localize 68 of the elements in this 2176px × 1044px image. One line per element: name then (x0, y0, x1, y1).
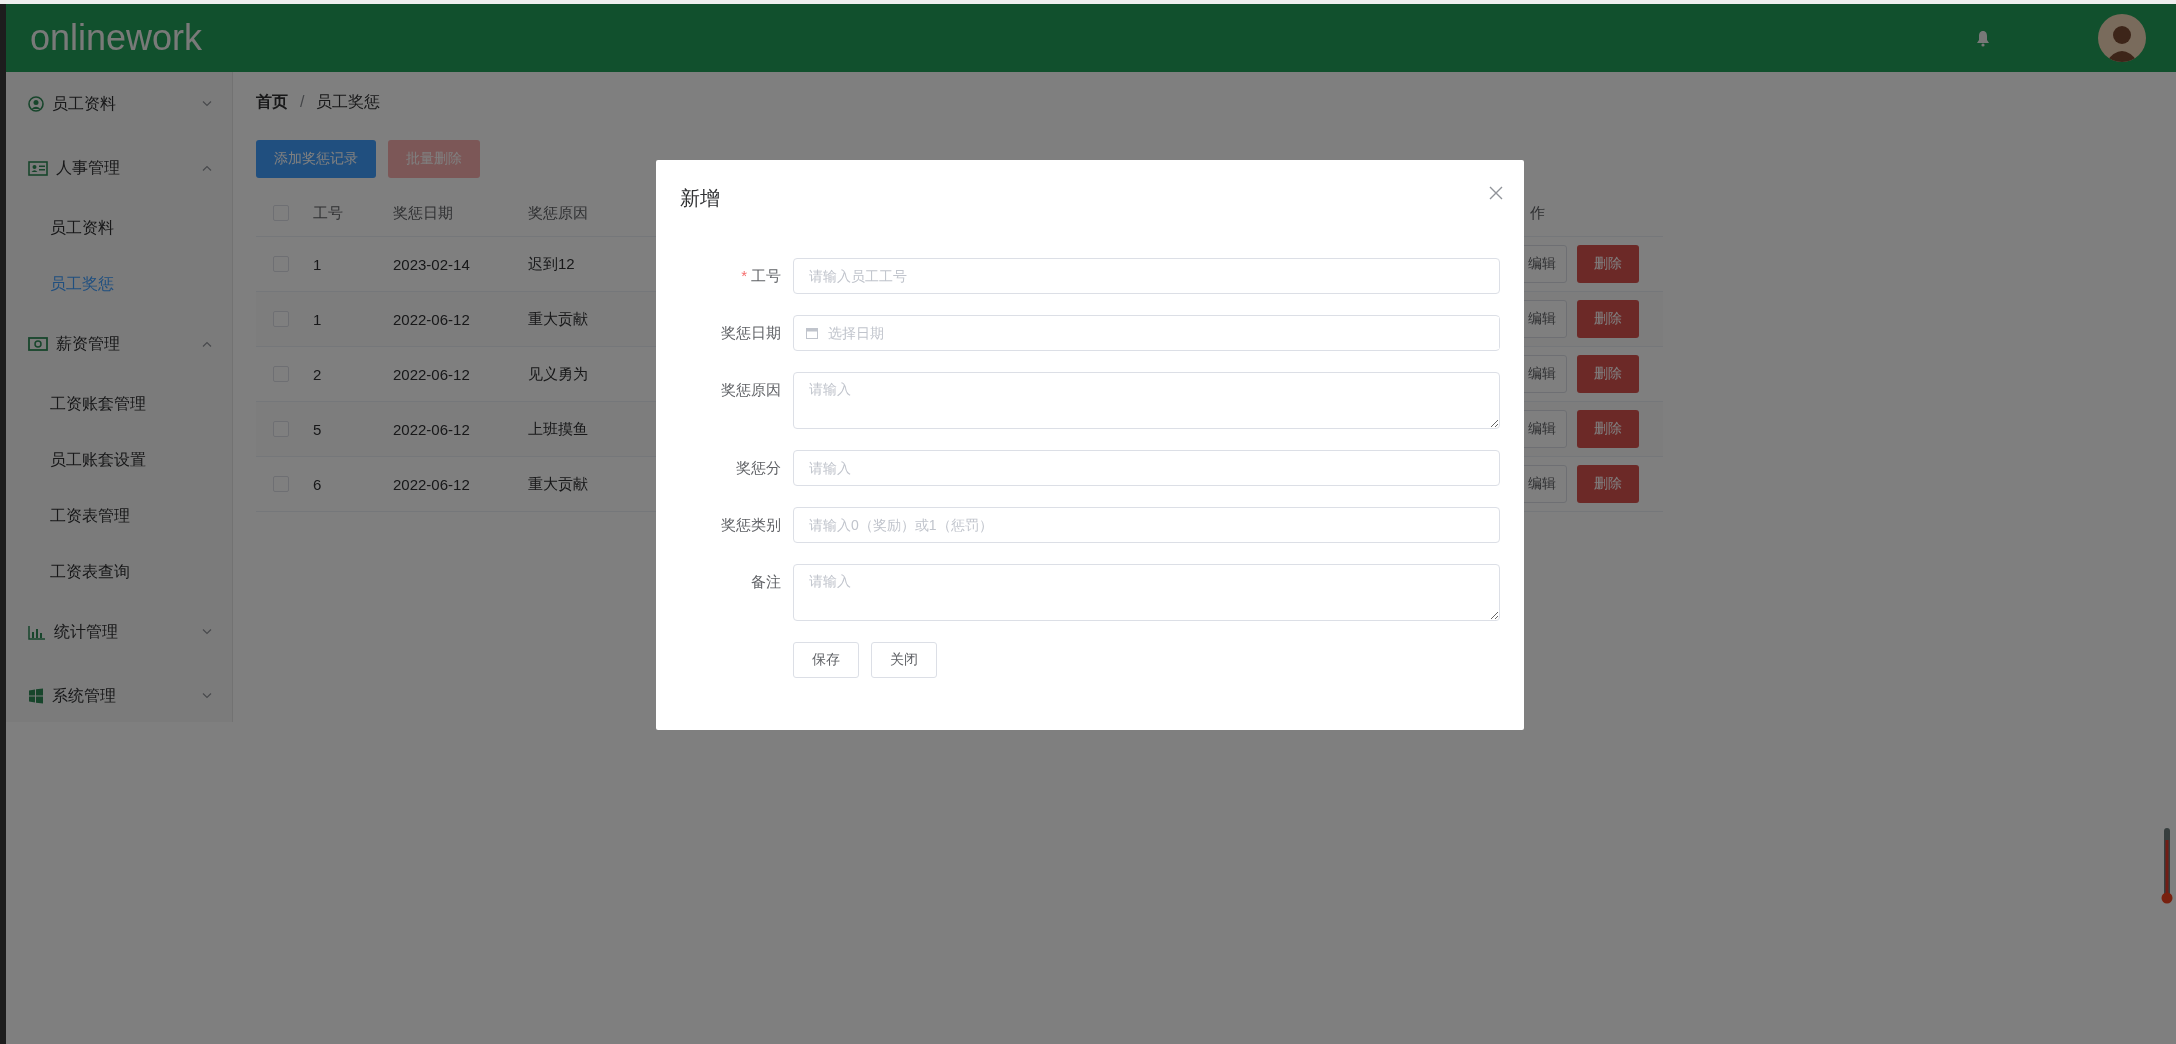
delete-button[interactable]: 删除 (1577, 300, 1639, 338)
column-header: 奖惩原因 (528, 203, 588, 221)
field-label: * 工号 (740, 266, 781, 286)
column-header: 作 (1530, 203, 1545, 221)
close-button[interactable]: 关闭 (871, 642, 937, 678)
chevron-down-icon (202, 101, 212, 107)
table-cell: 2022-06-12 (393, 365, 470, 383)
menu-item[interactable]: 工资账套管理 (6, 376, 232, 432)
input-field[interactable]: 请输入0（奖励）或1（惩罚） (793, 507, 1500, 543)
input-field[interactable]: 请输入 (793, 450, 1500, 486)
table-cell: 2022-06-12 (393, 310, 470, 328)
avatar[interactable] (2098, 14, 2146, 62)
table-cell: 6 (313, 475, 322, 493)
delete-button[interactable]: 删除 (1577, 465, 1639, 503)
menu-item[interactable]: 员工资料 (6, 200, 232, 256)
date-field[interactable]: 选择日期 (793, 315, 1500, 351)
user-circle-icon (28, 96, 44, 112)
column-header: 工号 (313, 203, 343, 221)
banknote-icon (28, 337, 48, 351)
field-label: 奖惩原因 (720, 380, 781, 400)
bar-chart-icon (28, 624, 46, 640)
calendar-icon (806, 327, 818, 339)
text-area[interactable]: 请输入 (793, 564, 1500, 621)
menu-group[interactable]: 统计管理 (6, 600, 232, 664)
breadcrumb-link[interactable]: 员工奖惩 (316, 91, 381, 113)
table-cell: 重大贡献 (528, 474, 588, 492)
delete-button[interactable]: 删除 (1577, 410, 1639, 448)
chevron-up-icon (202, 165, 212, 171)
table-cell: 重大贡献 (528, 309, 588, 327)
breadcrumb-link[interactable]: 首页 (256, 91, 288, 113)
chevron-up-icon (202, 341, 212, 347)
app-logo: onlinework (30, 17, 203, 59)
menu-group[interactable]: 薪资管理 (6, 312, 232, 376)
table-cell: 1 (313, 255, 322, 273)
field-label: 奖惩分 (735, 458, 781, 478)
table-cell: 2 (313, 365, 322, 383)
table-cell: 2023-02-14 (393, 255, 470, 273)
delete-button[interactable]: 删除 (1577, 245, 1639, 283)
add-button[interactable]: 添加奖惩记录 (256, 140, 376, 178)
breadcrumb-separator: / (300, 93, 305, 111)
chevron-down-icon (202, 693, 212, 699)
required-mark: * (741, 267, 747, 284)
field-label: 奖惩类别 (720, 515, 781, 535)
windows-icon (28, 688, 44, 704)
table-cell: 2022-06-12 (393, 420, 470, 438)
column-header: 奖惩日期 (393, 203, 453, 221)
input-field[interactable]: 请输入员工工号 (793, 258, 1500, 294)
table-cell: 1 (313, 310, 322, 328)
table-cell: 见义勇为 (528, 364, 588, 382)
id-card-icon (28, 160, 48, 176)
menu-group[interactable]: 员工资料 (6, 72, 232, 136)
menu-group[interactable]: 系统管理 (6, 664, 232, 728)
field-label: 备注 (750, 572, 781, 592)
menu-group[interactable]: 人事管理 (6, 136, 232, 200)
delete-button[interactable]: 删除 (1577, 355, 1639, 393)
field-label: 奖惩日期 (720, 323, 781, 343)
table-cell: 2022-06-12 (393, 475, 470, 493)
table-cell: 上班摸鱼 (528, 419, 588, 437)
menu-item[interactable]: 员工账套设置 (6, 432, 232, 488)
chevron-down-icon (202, 629, 212, 635)
menu-item[interactable]: 工资表管理 (6, 488, 232, 544)
text-area[interactable]: 请输入 (793, 372, 1500, 429)
dialog-title: 新增 (680, 186, 720, 211)
save-button[interactable]: 保存 (793, 642, 859, 678)
menu-item[interactable]: 工资表查询 (6, 544, 232, 600)
bell-icon[interactable] (1976, 29, 1990, 47)
table-cell: 5 (313, 420, 322, 438)
table-cell: 迟到12 (528, 254, 575, 272)
